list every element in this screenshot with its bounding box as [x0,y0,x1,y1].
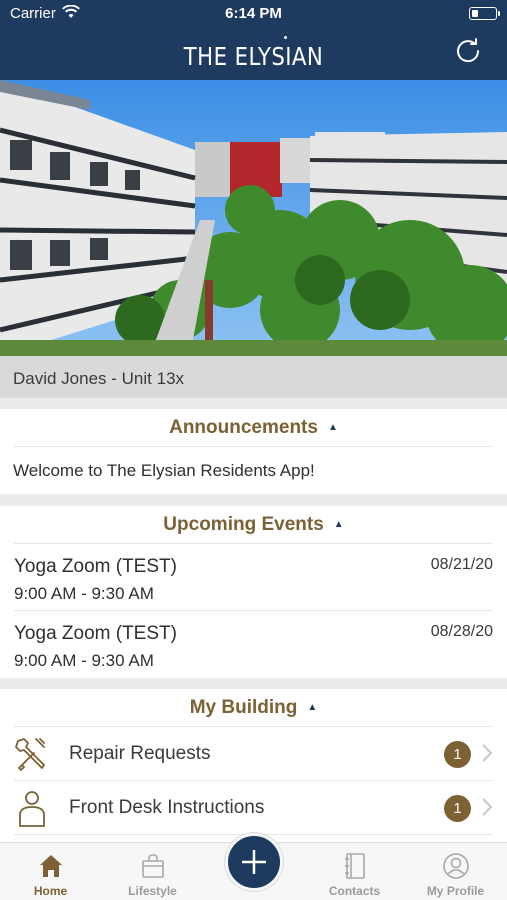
book-icon [344,853,365,879]
announcements-card: Announcements ▲ Welcome to The Elysian Re… [0,409,507,494]
title-dot [284,36,287,39]
collapse-caret-icon: ▲ [307,702,318,714]
events-title: Upcoming Events [163,514,324,535]
event-row[interactable]: Yoga Zoom (TEST) 9:00 AM - 9:30 AM 08/21… [14,544,493,611]
person-icon [19,791,45,827]
building-courtyard-photo [0,80,507,356]
event-hours: 9:00 AM - 9:30 AM [14,651,154,670]
events-card: Upcoming Events ▲ Yoga Zoom (TEST) 9:00 A… [0,506,507,678]
tab-contacts[interactable]: Contacts [304,843,405,900]
repair-requests-label: Repair Requests [69,743,211,764]
battery-icon [469,7,500,20]
building-header[interactable]: My Building ▲ [14,689,493,727]
tab-lifestyle[interactable]: Lifestyle [102,843,203,900]
tab-my-profile-label: My Profile [426,884,485,898]
plus-icon [242,850,266,874]
bag-icon [141,854,164,878]
announcements-header[interactable]: Announcements ▲ [14,409,493,447]
building-title: My Building [189,697,298,718]
events-header[interactable]: Upcoming Events ▲ [14,506,493,544]
repair-requests-badge: 1 [444,741,471,768]
tab-home-label: Home [33,884,68,898]
front-desk-instructions-item[interactable]: Front Desk Instructions 1 [14,781,493,835]
app-screen: Carrier 6:14 PM THE ELYSIAN David Jones … [0,0,507,900]
app-header: Carrier 6:14 PM THE ELYSIAN [0,0,507,80]
tools-icon [15,738,45,771]
collapse-caret-icon: ▲ [333,519,344,531]
event-name: Yoga Zoom (TEST) [14,556,177,577]
chevron-right-icon [482,744,493,762]
front-desk-badge: 1 [444,795,471,822]
my-building-card: My Building ▲ Repair Requests 1 Front Des… [0,689,507,849]
status-time: 6:14 PM [225,5,282,22]
event-date: 08/21/20 [430,556,493,573]
announcements-title: Announcements [169,417,318,438]
app-title: THE ELYSIAN [183,42,324,71]
resident-unit-label: David Jones - Unit 13x [0,356,507,398]
event-row[interactable]: Yoga Zoom (TEST) 9:00 AM - 9:30 AM 08/28… [14,611,493,678]
event-date: 08/28/20 [430,623,493,640]
refresh-icon[interactable] [453,36,483,66]
tab-home[interactable]: Home [0,843,101,900]
repair-requests-item[interactable]: Repair Requests 1 [14,727,493,781]
home-icon [39,855,62,877]
event-hours: 9:00 AM - 9:30 AM [14,584,154,603]
status-bar: Carrier 6:14 PM [0,0,507,28]
profile-icon [442,853,469,879]
chevron-right-icon [482,798,493,816]
tab-contacts-label: Contacts [328,884,381,898]
announcement-item[interactable]: Welcome to The Elysian Residents App! [0,447,507,495]
front-desk-label: Front Desk Instructions [69,797,265,818]
tab-lifestyle-label: Lifestyle [128,884,177,898]
add-button[interactable] [225,833,283,891]
tab-my-profile[interactable]: My Profile [405,843,506,900]
collapse-caret-icon: ▲ [327,422,338,434]
event-name: Yoga Zoom (TEST) [14,623,177,644]
